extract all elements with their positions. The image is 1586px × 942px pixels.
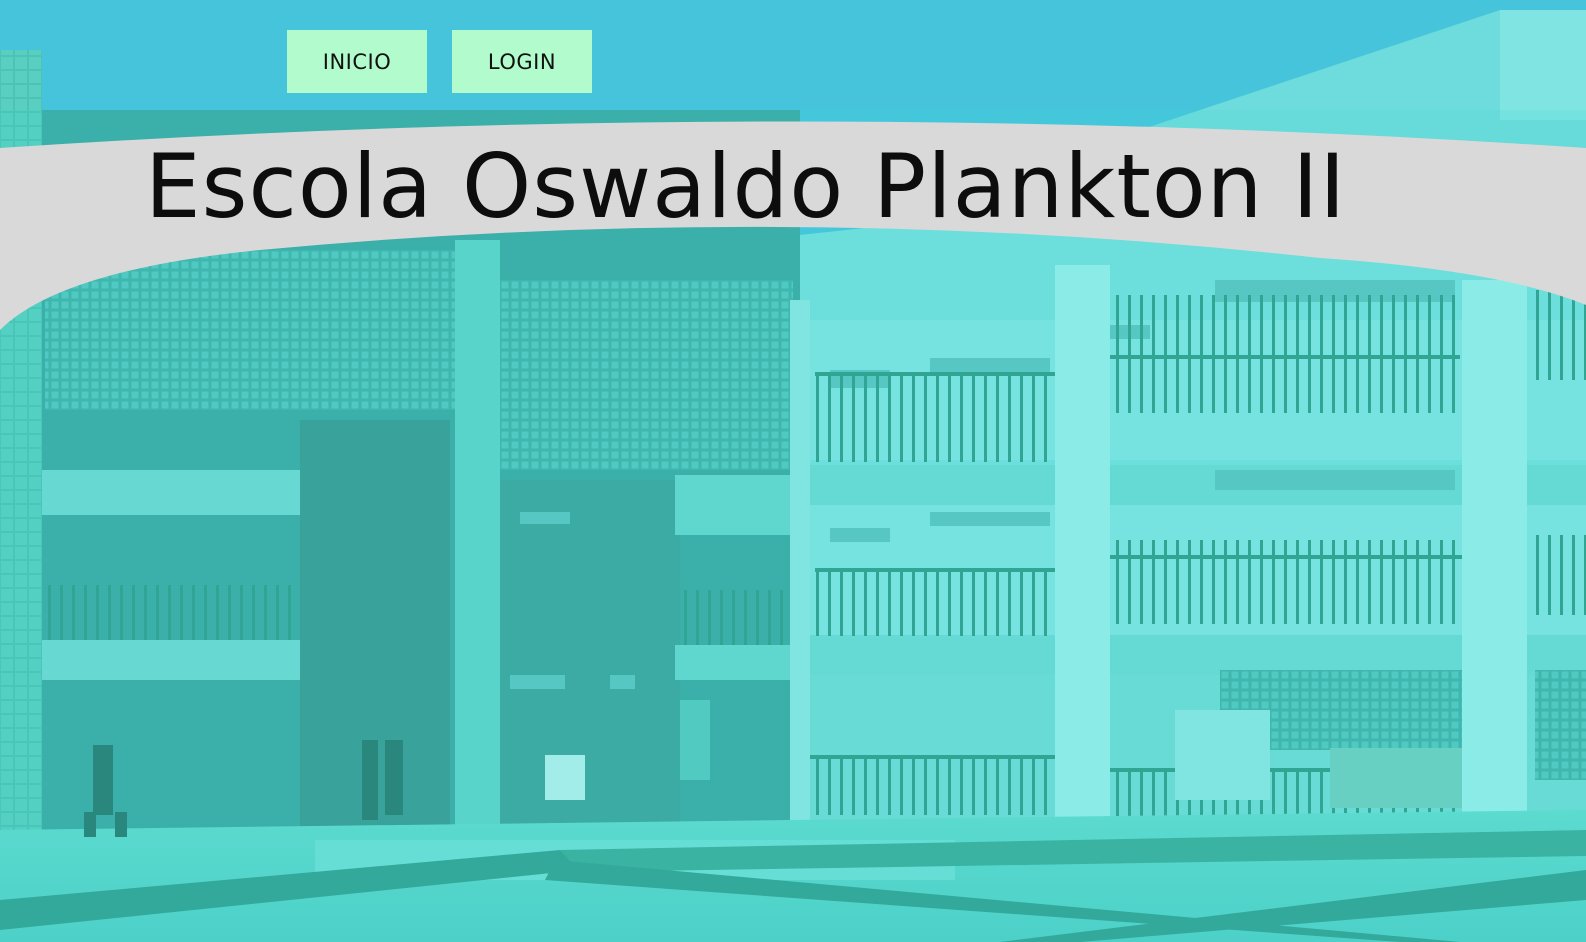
top-nav: INICIO LOGIN [287,30,592,93]
nav-login-button[interactable]: LOGIN [452,30,592,93]
nav-inicio-button[interactable]: INICIO [287,30,427,93]
page-title: Escola Oswaldo Plankton II [145,135,1347,238]
page: INICIO LOGIN Escola Oswaldo Plankton II [0,0,1586,942]
